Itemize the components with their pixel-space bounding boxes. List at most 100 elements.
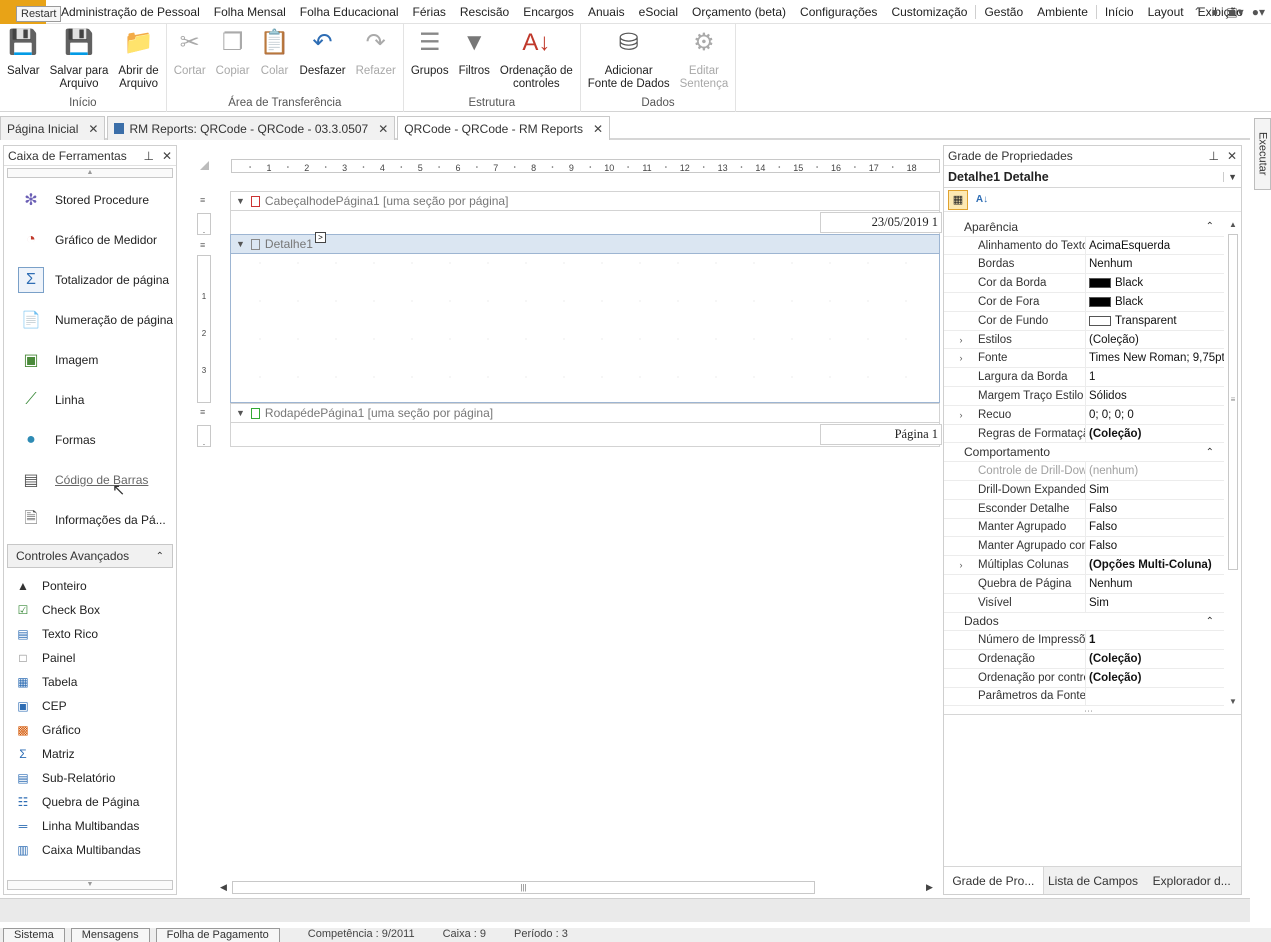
toolbox-item-formas[interactable]: ● Formas xyxy=(4,420,176,460)
collapse-band-icon[interactable]: ▼ xyxy=(236,239,245,249)
band-grip-icon[interactable]: ≡ xyxy=(200,195,205,205)
advanced-item-sub-relatorio[interactable]: ▤ Sub-Relatório xyxy=(4,766,176,790)
property-row-manter-agrupado[interactable]: Manter Agrupado Falso xyxy=(944,518,1224,538)
toolbox-item-totalizador-de-pagina[interactable]: Σ Totalizador de página xyxy=(4,260,176,300)
property-value[interactable]: Black xyxy=(1086,293,1224,311)
advanced-item-grafico[interactable]: ▩ Gráfico xyxy=(4,718,176,742)
property-value[interactable]: Falso xyxy=(1086,519,1224,537)
advanced-item-texto-rico[interactable]: ▤ Texto Rico xyxy=(4,622,176,646)
property-value[interactable]: Sólidos xyxy=(1086,387,1224,405)
property-value[interactable]: 0; 0; 0; 0 xyxy=(1086,406,1224,424)
property-row-cor-de-fora[interactable]: Cor de Fora Black xyxy=(944,293,1224,312)
menu-item-folha-mensal[interactable]: Folha Mensal xyxy=(207,0,293,24)
toolbox-item-informacoes-da-pa[interactable]: 🗎 Informações da Pá... xyxy=(4,500,176,540)
page-number-textbox[interactable]: Página 1 xyxy=(820,424,942,445)
band-grip-icon[interactable]: ≡ xyxy=(200,240,205,250)
property-row-margem-traco-estilo[interactable]: Margem Traço Estilo Sólidos xyxy=(944,387,1224,406)
tab-qrcode-qrcode-rm-reports[interactable]: QRCode - QRCode - RM Reports ✕ xyxy=(397,116,611,140)
advanced-item-caixa-multibandas[interactable]: ▥ Caixa Multibandas xyxy=(4,838,176,862)
property-value[interactable]: (Opções Multi-Coluna) xyxy=(1086,556,1224,574)
advanced-item-quebra-de-pagina[interactable]: ☷ Quebra de Página xyxy=(4,790,176,814)
expand-chevron-icon[interactable]: › xyxy=(944,556,978,574)
property-row-drill-down-expanded[interactable]: Drill-Down Expanded Sim xyxy=(944,480,1224,500)
expand-chevron-icon[interactable]: › xyxy=(944,331,978,349)
property-row-esconder-detalhe[interactable]: Esconder Detalhe Falso xyxy=(944,499,1224,519)
toolbox-item-imagem[interactable]: ▣ Imagem xyxy=(4,340,176,380)
category-comportamento[interactable]: Comportamento ⌃ xyxy=(944,443,1224,463)
property-row-visivel[interactable]: Visível Sim xyxy=(944,593,1224,613)
bottom-tab-grade-de-pro[interactable]: Grade de Pro... xyxy=(944,867,1044,894)
property-value[interactable]: Black xyxy=(1086,274,1224,292)
property-row-cor-da-borda[interactable]: Cor da Borda Black xyxy=(944,274,1224,294)
toolbox-item-linha[interactable]: ⟋ Linha xyxy=(4,380,176,420)
tab-pagina-inicial[interactable]: Página Inicial ✕ xyxy=(0,116,106,140)
executar-side-tab[interactable]: Executar xyxy=(1254,118,1271,190)
menu-item-encargos[interactable]: Encargos xyxy=(516,0,581,24)
menu-item-esocial[interactable]: eSocial xyxy=(632,0,685,24)
property-row-cor-de-fundo[interactable]: Cor de Fundo Transparent xyxy=(944,311,1224,331)
property-row-alinhamento-do-texto[interactable]: Alinhamento do Texto AcimaEsquerda xyxy=(944,236,1224,256)
toolbox-item-stored-procedure[interactable]: ✻ Stored Procedure xyxy=(4,180,176,220)
advanced-item-ponteiro[interactable]: ▲ Ponteiro xyxy=(4,574,176,598)
property-value[interactable]: 1 xyxy=(1086,631,1224,649)
footer-band-caption[interactable]: ▼ RodapédePágina1 [uma seção por página] xyxy=(230,403,940,423)
advanced-item-linha-multibandas[interactable]: ═ Linha Multibandas xyxy=(4,814,176,838)
taskbar-folha-de-pagamento[interactable]: Folha de Pagamento xyxy=(155,928,280,942)
expand-chevron-icon[interactable]: › xyxy=(944,406,978,424)
property-value[interactable]: Nenhum xyxy=(1086,575,1224,593)
smart-tag-icon[interactable]: > xyxy=(315,232,326,243)
collapse-chevron-icon[interactable]: ⌃ xyxy=(1206,221,1214,232)
property-row-quebra-de-pagina[interactable]: Quebra de Página Nenhum xyxy=(944,574,1224,594)
close-icon[interactable]: ✕ xyxy=(162,149,172,163)
advanced-item-tabela[interactable]: ▦ Tabela xyxy=(4,670,176,694)
property-row-parametros-da-fonte[interactable]: Parâmetros da Fonte xyxy=(944,687,1224,706)
collapse-band-icon[interactable]: ▼ xyxy=(236,196,245,206)
collapse-chevron-icon[interactable]: ⌃ xyxy=(1206,447,1214,458)
category-aparencia[interactable]: Aparência ⌃ xyxy=(944,218,1224,237)
property-row-estilos[interactable]: › Estilos (Coleção) xyxy=(944,330,1224,350)
detail-band-area[interactable] xyxy=(230,254,940,403)
menu-item-administracao-de-pessoal[interactable]: Administração de Pessoal xyxy=(54,0,207,24)
tab-rm-reports-qrcode-qrcode-03-3-0507[interactable]: RM Reports: QRCode - QRCode - 03.3.0507 ✕ xyxy=(107,116,396,140)
property-row-ordenacao[interactable]: Ordenação (Coleção) xyxy=(944,650,1224,669)
advanced-item-matriz[interactable]: Σ Matriz xyxy=(4,742,176,766)
property-row-fonte[interactable]: › Fonte Times New Roman; 9,75pt xyxy=(944,349,1224,369)
globe-icon[interactable]: ● xyxy=(1211,5,1218,19)
menu-item-customizacao[interactable]: Customização xyxy=(884,0,974,24)
taskbar-mensagens[interactable]: Mensagens xyxy=(70,928,150,942)
bottom-tab-lista-de-campos[interactable]: Lista de Campos xyxy=(1043,867,1143,894)
scroll-left-icon[interactable]: ◀ xyxy=(220,882,227,893)
toolbox-item-grafico-de-medidor[interactable]: ◔ Gráfico de Medidor xyxy=(4,220,176,260)
advanced-item-painel[interactable]: □ Painel xyxy=(4,646,176,670)
property-value[interactable]: Sim xyxy=(1086,594,1224,612)
category-dados[interactable]: Dados ⌃ xyxy=(944,612,1224,632)
header-band-caption[interactable]: ▼ CabeçalhodePágina1 [uma seção por pági… xyxy=(230,191,940,211)
toolbox-item-codigo-de-barras[interactable]: ▤ Código de Barras ↖ xyxy=(4,460,176,500)
property-value[interactable]: (Coleção) xyxy=(1086,650,1224,668)
date-textbox[interactable]: 23/05/2019 1 xyxy=(820,212,942,233)
property-value[interactable]: AcimaEsquerda xyxy=(1086,237,1224,255)
property-row-regras-de-formatacao[interactable]: Regras de Formatação (Coleção) xyxy=(944,424,1224,444)
menu-item-configuracoes[interactable]: Configurações xyxy=(793,0,884,24)
property-value[interactable]: (Coleção) xyxy=(1086,425,1224,443)
menu-item-ferias[interactable]: Férias xyxy=(406,0,453,24)
collapse-chevron-icon[interactable]: ⌃ xyxy=(156,551,164,562)
close-tab-icon[interactable]: ✕ xyxy=(593,122,603,136)
taskbar-sistema[interactable]: Sistema xyxy=(3,928,65,942)
menu-item-inicio[interactable]: Início xyxy=(1098,0,1141,24)
property-row-multiplas-colunas[interactable]: › Múltiplas Colunas (Opções Multi-Coluna) xyxy=(944,556,1224,575)
collapse-ribbon-icon[interactable]: ⌃ xyxy=(1193,5,1203,19)
bottom-tab-explorador-d[interactable]: Explorador d... xyxy=(1142,867,1242,894)
menu-item-ambiente[interactable]: Ambiente xyxy=(1030,0,1095,24)
menu-item-folha-educacional[interactable]: Folha Educacional xyxy=(293,0,406,24)
property-row-controle-de-drill-down[interactable]: Controle de Drill-Down (nenhum) xyxy=(944,462,1224,481)
expand-chevron-icon[interactable]: › xyxy=(944,349,978,367)
header-band-area[interactable]: 23/05/2019 1 xyxy=(230,211,942,235)
toolbox-item-numeracao-de-pagina[interactable]: 📄 Numeração de página xyxy=(4,300,176,340)
property-row-largura-da-borda[interactable]: Largura da Borda 1 xyxy=(944,368,1224,388)
dropdown-chevron-icon[interactable]: ▼ xyxy=(1223,171,1237,182)
object-selector[interactable]: Detalhe1 Detalhe ▼ xyxy=(944,166,1241,188)
pin-icon[interactable]: ⊥ xyxy=(143,149,153,163)
detail-band-caption[interactable]: ▼ Detalhe1 > xyxy=(230,232,940,254)
pin-icon[interactable]: ⊥ xyxy=(1208,149,1218,163)
